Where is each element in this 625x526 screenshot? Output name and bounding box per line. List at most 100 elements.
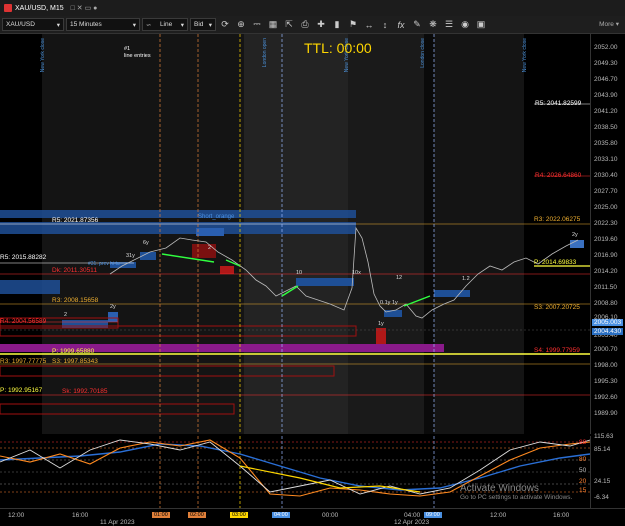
- time-marker-tag: 04:00: [272, 512, 290, 518]
- fx-icon[interactable]: fx: [394, 18, 408, 32]
- session-label: London close: [420, 38, 426, 68]
- session-band: [424, 34, 434, 434]
- price-tick: 1998.00: [594, 362, 618, 369]
- pencil-icon[interactable]: ✎: [410, 18, 424, 32]
- level-label: P: 2014.69833: [534, 259, 577, 266]
- time-tick: 16:00: [553, 512, 570, 519]
- print-icon[interactable]: ⎙: [298, 18, 312, 32]
- symbol-dropdown[interactable]: XAU/USD ▾: [2, 18, 64, 31]
- date-label: 11 Apr 2023: [100, 519, 135, 526]
- crosshair-icon[interactable]: ✚: [314, 18, 328, 32]
- fit-vertical-icon[interactable]: ↕: [378, 18, 392, 32]
- flag-icon[interactable]: ⚑: [346, 18, 360, 32]
- osc-tick: 115.63: [594, 433, 614, 440]
- box-label: 12: [396, 275, 403, 281]
- price-tick: 2025.00: [594, 204, 618, 211]
- chevron-down-icon: ▾: [56, 21, 60, 29]
- price-tick: 2022.30: [594, 220, 618, 227]
- level-label: Sk: 1992.70185: [62, 388, 108, 395]
- zone-box: [570, 240, 584, 248]
- grid-icon[interactable]: ▦: [266, 18, 280, 32]
- time-marker-tag: 02:00: [188, 512, 206, 518]
- osc-tick: 20: [579, 478, 587, 485]
- level-label: R3: 2022.06275: [534, 216, 581, 223]
- ttl-counter: TTL: 00:00: [304, 40, 372, 56]
- layers-icon[interactable]: ☰: [442, 18, 456, 32]
- zone-box: [192, 244, 216, 258]
- price-tick: 2038.50: [594, 124, 618, 131]
- refresh-icon[interactable]: ⟳: [218, 18, 232, 32]
- price-tick: 2052.00: [594, 44, 618, 51]
- lock-icon[interactable]: ⎓: [250, 18, 264, 32]
- time-tick: 04:00: [404, 512, 421, 519]
- price-tick: 2027.70: [594, 188, 618, 195]
- osc-tick: 80: [579, 456, 587, 463]
- add-indicator-icon[interactable]: ⊕: [234, 18, 248, 32]
- osc-tick: -6.34: [594, 494, 609, 501]
- price-tick: 2030.40: [594, 172, 618, 179]
- level-label: Dk: 2011.30511: [52, 267, 97, 274]
- price-axis[interactable]: 2052.00 2049.30 2046.70 2043.90 2041.20 …: [590, 34, 625, 434]
- line-note-2: line entries: [124, 53, 151, 59]
- window-titlebar: XAU/USD, M15 □ ✕ ▭ ●: [0, 0, 625, 16]
- price-tick: 2046.70: [594, 76, 618, 83]
- price-tick: 2041.20: [594, 108, 618, 115]
- fit-horizontal-icon[interactable]: ↔: [362, 18, 376, 32]
- price-tick: 1989.90: [594, 410, 618, 417]
- box-label: 10: [296, 270, 303, 276]
- level-label: S4: 1999.77959: [534, 347, 580, 354]
- zone-box: [62, 320, 108, 328]
- time-tick: 12:00: [490, 512, 507, 519]
- price-tick: 2035.80: [594, 140, 618, 147]
- price-tag: 2004.430: [592, 328, 624, 335]
- level-label: R5: 2015.88282: [0, 254, 47, 261]
- more-button[interactable]: More ▾: [599, 20, 619, 28]
- box-label: 1y: [378, 321, 384, 327]
- eye-icon[interactable]: ◉: [458, 18, 472, 32]
- window-controls[interactable]: □ ✕ ▭ ●: [71, 4, 98, 12]
- activate-windows-watermark: Activate Windows Go to PC settings to ac…: [460, 483, 572, 501]
- box-label: 2y: [572, 232, 578, 238]
- price-tick: 2011.50: [594, 284, 618, 291]
- price-tick: 2019.60: [594, 236, 618, 243]
- time-axis[interactable]: 12:00 16:00 00:00 04:00 12:00 16:00 11 A…: [0, 508, 625, 526]
- date-label: 12 Apr 2023: [394, 519, 430, 526]
- level-label: S3: 2007.20725: [534, 304, 580, 311]
- template-icon[interactable]: ▣: [474, 18, 488, 32]
- price-tag: 2005.003: [592, 319, 624, 326]
- time-tick: 00:00: [322, 512, 339, 519]
- box-label: 2: [208, 245, 212, 251]
- box-label: 0.1y: [380, 300, 391, 306]
- line-note: #1: [124, 46, 131, 52]
- level-label: R5: 2041.82599: [535, 100, 582, 107]
- level-label: P: 1992.95167: [0, 387, 43, 394]
- zone-box: [220, 266, 234, 274]
- export-icon[interactable]: ⇱: [282, 18, 296, 32]
- session-label: New York close: [522, 38, 528, 73]
- osc-tick: 50: [579, 467, 587, 474]
- watermark-subtitle: Go to PC settings to activate Windows.: [460, 494, 573, 501]
- shapes-icon[interactable]: ❋: [426, 18, 440, 32]
- price-chart[interactable]: [0, 34, 590, 434]
- osc-tick: 85.14: [594, 446, 611, 453]
- level-label: R3: 2008.15658: [52, 297, 99, 304]
- zone-box: [296, 278, 354, 286]
- timeframe-dropdown[interactable]: 15 Minutes ▾: [66, 18, 140, 31]
- candle-icon[interactable]: ▮: [330, 18, 344, 32]
- level-label: R4: 2004.56589: [0, 318, 47, 325]
- price-side-dropdown[interactable]: Bid ▾: [190, 18, 216, 31]
- price-tick: 2043.90: [594, 92, 618, 99]
- oscillator-axis: 115.63 88 85.14 80 50 20 24.15 15 -6.34: [579, 433, 625, 508]
- box-label: 1.2: [462, 276, 470, 282]
- session-band: [434, 34, 524, 434]
- box-label: 6y: [143, 240, 149, 246]
- price-tick: 2000.70: [594, 346, 618, 353]
- zone-box: [108, 312, 118, 322]
- zone-box: [0, 280, 60, 294]
- window-title: XAU/USD, M15: [15, 4, 64, 12]
- zone-box: [434, 290, 470, 297]
- chart-type-dropdown[interactable]: ∽ Line ▾: [142, 18, 188, 31]
- box-label: 10x: [352, 270, 361, 276]
- time-marker-tag: 01:00: [152, 512, 170, 518]
- price-tick: 2014.20: [594, 268, 618, 275]
